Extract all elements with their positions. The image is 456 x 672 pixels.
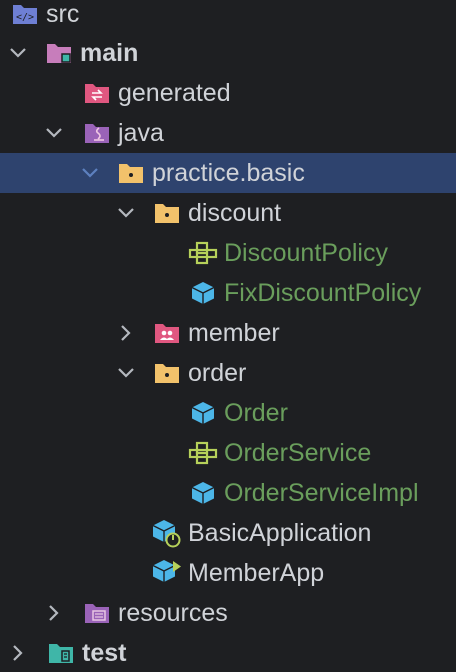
chevron-down-icon[interactable] xyxy=(44,113,64,153)
chevron-down-icon[interactable] xyxy=(80,153,100,193)
tree-node-order-service-impl[interactable]: OrderServiceImpl xyxy=(0,473,456,513)
tree-node-generated[interactable]: generated xyxy=(0,73,456,113)
tree-label-test: test xyxy=(82,639,127,667)
class-icon xyxy=(188,398,218,428)
tree-label-discount: discount xyxy=(188,199,282,227)
tree-node-java[interactable]: java xyxy=(0,113,456,153)
test-module-folder-icon xyxy=(46,638,76,668)
tree-label-basic-application: BasicApplication xyxy=(188,519,372,547)
java-source-folder-icon xyxy=(82,118,112,148)
interface-icon xyxy=(188,438,218,468)
tree-node-discount-policy[interactable]: DiscountPolicy xyxy=(0,233,456,273)
generated-folder-icon xyxy=(82,78,112,108)
tree-node-src[interactable]: </> src xyxy=(0,0,456,34)
chevron-right-icon[interactable] xyxy=(116,313,136,353)
tree-node-fix-discount-policy[interactable]: FixDiscountPolicy xyxy=(0,273,456,313)
tree-label-java: java xyxy=(118,119,164,147)
source-folder-icon: </> xyxy=(10,0,40,29)
tree-label-order-service: OrderService xyxy=(224,439,372,467)
tree-label-order-class: Order xyxy=(224,399,288,427)
tree-node-discount[interactable]: discount xyxy=(0,193,456,233)
tree-node-main[interactable]: main xyxy=(0,33,456,73)
package-folder-icon xyxy=(152,358,182,388)
chevron-down-icon[interactable] xyxy=(8,33,28,73)
tree-label-member: member xyxy=(188,319,280,347)
tree-label-discount-policy: DiscountPolicy xyxy=(224,239,388,267)
tree-node-member[interactable]: member xyxy=(0,313,456,353)
chevron-down-icon[interactable] xyxy=(116,353,136,393)
tree-label-order-service-impl: OrderServiceImpl xyxy=(224,479,419,507)
tree-label-main: main xyxy=(80,39,139,67)
module-folder-icon xyxy=(44,38,74,68)
tree-node-practice-basic[interactable]: practice.basic xyxy=(0,153,456,193)
members-folder-icon xyxy=(152,318,182,348)
svg-text:</>: </> xyxy=(16,12,34,23)
tree-label-resources: resources xyxy=(118,599,228,627)
tree-node-test[interactable]: test xyxy=(0,633,456,672)
tree-node-order[interactable]: order xyxy=(0,353,456,393)
tree-label-order: order xyxy=(188,359,247,387)
chevron-right-icon[interactable] xyxy=(44,593,64,633)
runnable-class-icon xyxy=(152,558,182,588)
class-icon xyxy=(188,278,218,308)
tree-label-member-app: MemberApp xyxy=(188,559,325,587)
tree-node-order-class[interactable]: Order xyxy=(0,393,456,433)
tree-label-practice-basic: practice.basic xyxy=(152,159,305,187)
tree-label-fix-discount-policy: FixDiscountPolicy xyxy=(224,279,422,307)
tree-node-resources[interactable]: resources xyxy=(0,593,456,633)
project-tree: </> src main generated java practice.bas… xyxy=(0,0,456,672)
resources-folder-icon xyxy=(82,598,112,628)
tree-node-member-app[interactable]: MemberApp xyxy=(0,553,456,593)
package-folder-icon xyxy=(152,198,182,228)
package-folder-icon xyxy=(116,158,146,188)
spring-boot-class-icon xyxy=(152,518,182,548)
chevron-down-icon[interactable] xyxy=(116,193,136,233)
tree-label-generated: generated xyxy=(118,79,231,107)
tree-label-src: src xyxy=(46,0,80,28)
class-icon xyxy=(188,478,218,508)
interface-icon xyxy=(188,238,218,268)
chevron-right-icon[interactable] xyxy=(8,633,28,672)
tree-node-basic-application[interactable]: BasicApplication xyxy=(0,513,456,553)
tree-node-order-service[interactable]: OrderService xyxy=(0,433,456,473)
